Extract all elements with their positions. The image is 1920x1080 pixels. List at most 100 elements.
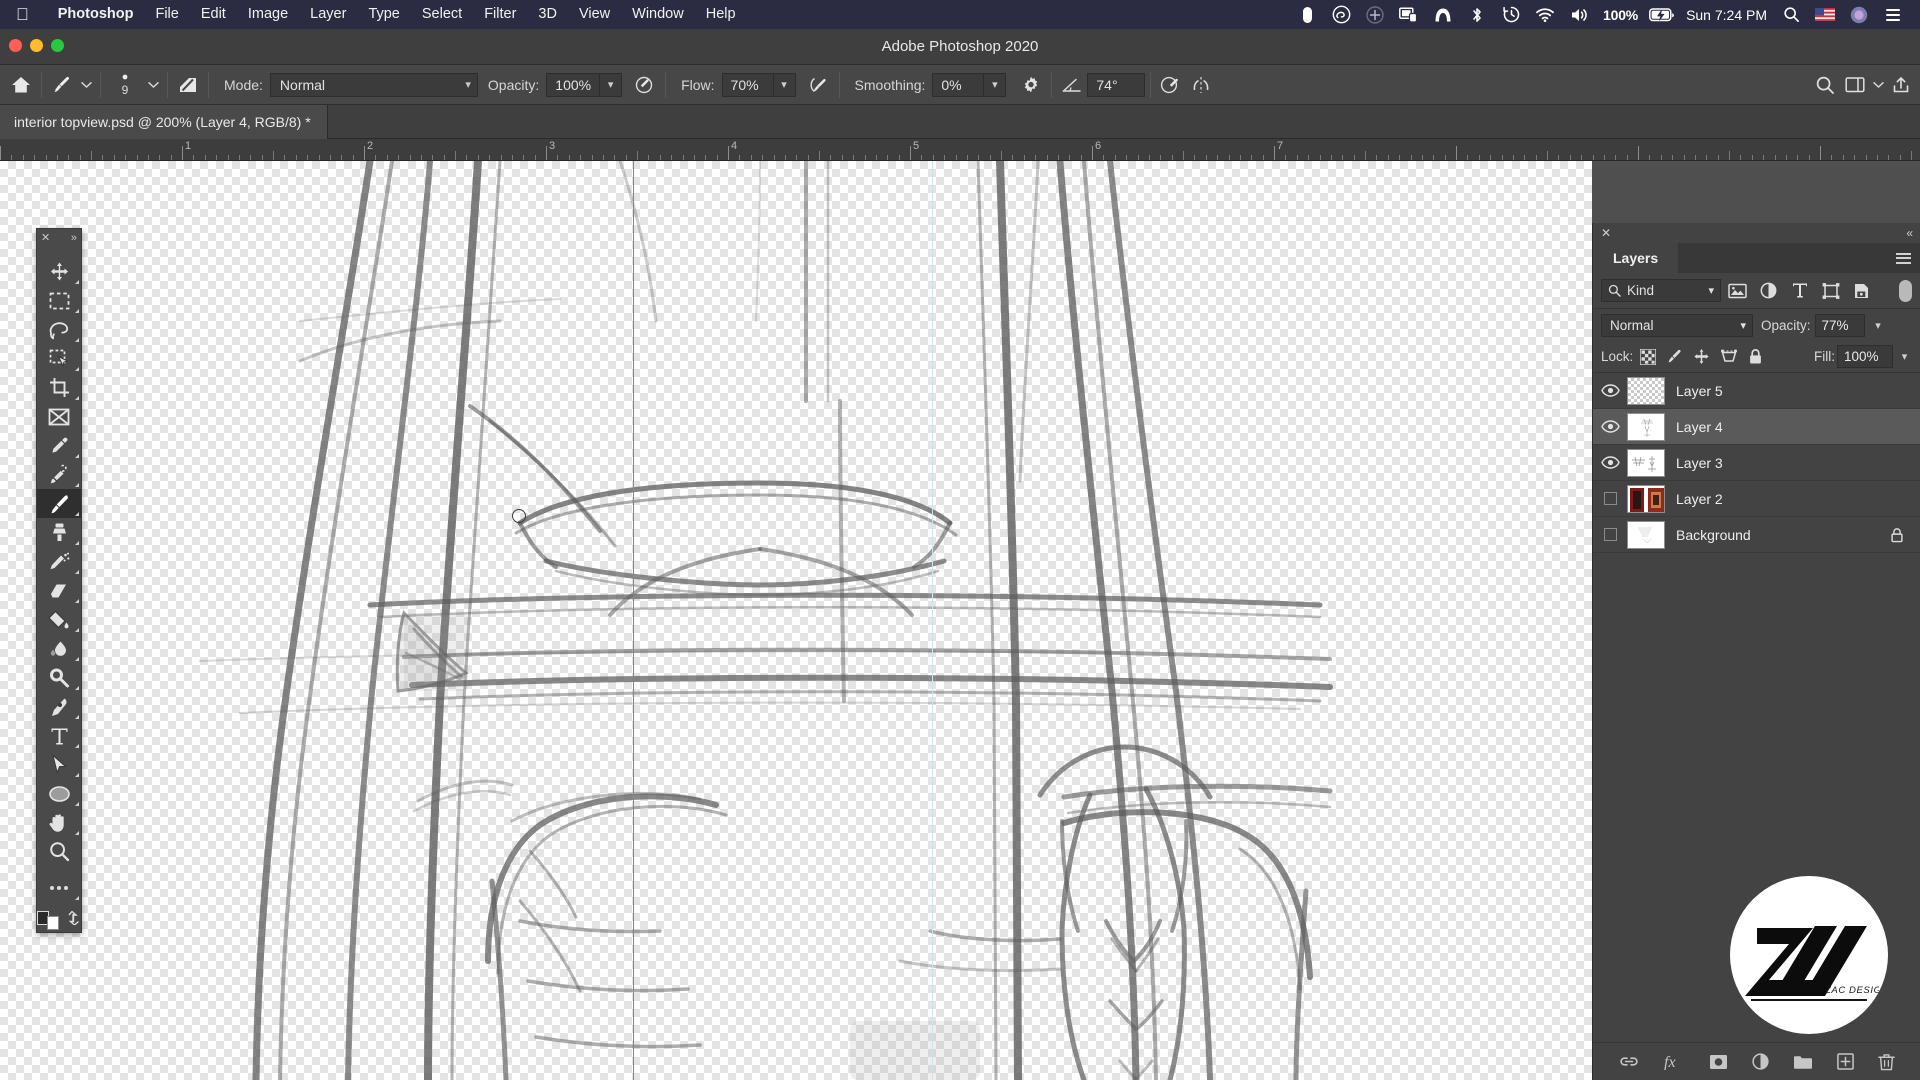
brush-angle-input[interactable]: 74° xyxy=(1087,72,1146,97)
tool-history-brush[interactable] xyxy=(37,547,81,576)
document-canvas[interactable] xyxy=(0,161,1592,1080)
menu-item-window[interactable]: Window xyxy=(621,0,695,29)
search-icon[interactable] xyxy=(1774,0,1808,29)
tools-panel-grip[interactable] xyxy=(37,247,81,257)
home-icon[interactable] xyxy=(6,70,36,100)
layer-name[interactable]: Layer 4 xyxy=(1676,419,1920,435)
layer-visibility-toggle[interactable] xyxy=(1593,456,1627,469)
tool-rectangular-marquee[interactable] xyxy=(37,286,81,315)
table-row[interactable]: Layer 3 xyxy=(1593,445,1920,481)
tool-type[interactable] xyxy=(37,721,81,750)
tool-path-selection[interactable] xyxy=(37,750,81,779)
menu-item-edit[interactable]: Edit xyxy=(190,0,237,29)
gear-icon[interactable] xyxy=(1016,70,1046,100)
layer-fill-chevron-icon[interactable]: ▾ xyxy=(1895,345,1914,368)
creative-cloud-icon[interactable] xyxy=(1324,0,1358,29)
volume-icon[interactable] xyxy=(1562,0,1596,29)
layer-opacity-chevron-icon[interactable]: ▾ xyxy=(1869,314,1888,337)
us-flag-icon[interactable] xyxy=(1808,0,1842,29)
layer-name[interactable]: Layer 5 xyxy=(1676,383,1920,399)
table-row[interactable]: Background xyxy=(1593,517,1920,553)
layer-thumbnail[interactable] xyxy=(1627,484,1665,513)
tool-eraser[interactable] xyxy=(37,576,81,605)
workspace-icon[interactable] xyxy=(1840,70,1870,100)
delete-layer-icon[interactable] xyxy=(1877,1053,1895,1071)
swap-colors-icon[interactable] xyxy=(67,911,81,925)
shape-layer-filter-icon[interactable] xyxy=(1816,278,1845,304)
filter-toggle-switch[interactable] xyxy=(1897,278,1914,304)
menu-item-layer[interactable]: Layer xyxy=(299,0,357,29)
brush-settings-panel-icon[interactable] xyxy=(173,70,203,100)
panel-menu-icon[interactable] xyxy=(1886,243,1920,273)
pixel-layer-filter-icon[interactable] xyxy=(1723,278,1752,304)
display-sharing-icon[interactable] xyxy=(1392,0,1426,29)
tool-ellipse[interactable] xyxy=(37,779,81,808)
smoothing-input[interactable]: 0% xyxy=(932,72,985,97)
battery-charging-icon[interactable] xyxy=(1645,0,1679,29)
close-icon[interactable]: ✕ xyxy=(1601,226,1611,240)
layer-visibility-toggle[interactable] xyxy=(1593,420,1627,433)
menu-item-photoshop[interactable]: Photoshop xyxy=(47,0,145,29)
wifi-icon[interactable] xyxy=(1528,0,1562,29)
siri-icon[interactable] xyxy=(1842,0,1876,29)
menu-item-view[interactable]: View xyxy=(568,0,621,29)
plus-circle-icon[interactable] xyxy=(1358,0,1392,29)
tool-pen[interactable] xyxy=(37,692,81,721)
pressure-size-icon[interactable] xyxy=(1156,70,1186,100)
layer-styles-fx-icon[interactable]: fx xyxy=(1663,1053,1685,1070)
new-layer-icon[interactable] xyxy=(1836,1053,1854,1070)
control-center-icon[interactable] xyxy=(1876,0,1910,29)
tool-brush[interactable] xyxy=(37,489,81,518)
flow-chevron-icon[interactable]: ▾ xyxy=(773,72,796,97)
table-row[interactable]: Layer 5 xyxy=(1593,373,1920,409)
tool-dodge[interactable] xyxy=(37,663,81,692)
search-icon[interactable] xyxy=(1810,70,1840,100)
opacity-input[interactable]: 100% xyxy=(546,72,601,97)
lock-all-icon[interactable] xyxy=(1743,345,1768,369)
bluetooth-icon[interactable] xyxy=(1460,0,1494,29)
lock-image-pixels-icon[interactable] xyxy=(1662,345,1687,369)
layer-opacity-input[interactable]: 77% xyxy=(1814,313,1865,337)
link-layers-icon[interactable] xyxy=(1619,1055,1639,1068)
expand-collapse-icon[interactable]: » xyxy=(71,232,77,244)
tool-edit-toolbar[interactable] xyxy=(37,873,81,902)
brush-size-chevron-icon[interactable] xyxy=(144,70,162,100)
layer-visibility-toggle[interactable] xyxy=(1593,492,1627,505)
tool-crop[interactable] xyxy=(37,373,81,402)
smart-object-filter-icon[interactable] xyxy=(1847,278,1876,304)
tool-hand[interactable] xyxy=(37,808,81,837)
flow-input[interactable]: 70% xyxy=(721,72,774,97)
close-icon[interactable]: ✕ xyxy=(41,232,50,244)
layer-visibility-toggle[interactable] xyxy=(1593,528,1627,541)
brush-preset-chevron-icon[interactable] xyxy=(77,70,95,100)
time-machine-icon[interactable] xyxy=(1494,0,1528,29)
menu-item-select[interactable]: Select xyxy=(411,0,473,29)
tool-frame[interactable] xyxy=(37,402,81,431)
table-row[interactable]: Layer 4 xyxy=(1593,409,1920,445)
layer-blend-mode-select[interactable]: Normal ▾ xyxy=(1601,313,1753,337)
document-tab[interactable]: interior topview.psd @ 200% (Layer 4, RG… xyxy=(0,105,328,139)
tool-blur[interactable] xyxy=(37,634,81,663)
new-adjustment-layer-icon[interactable] xyxy=(1751,1053,1769,1070)
tool-spot-healing-brush[interactable] xyxy=(37,460,81,489)
tool-clone-stamp[interactable] xyxy=(37,518,81,547)
workspace-chevron-icon[interactable] xyxy=(1870,70,1886,100)
layer-thumbnail[interactable] xyxy=(1627,412,1665,441)
filter-kind-select[interactable]: Kind ▾ xyxy=(1601,279,1721,302)
menu-item-image[interactable]: Image xyxy=(237,0,299,29)
tool-eyedropper[interactable] xyxy=(37,431,81,460)
brush-angle-icon[interactable] xyxy=(1057,70,1087,100)
new-group-icon[interactable] xyxy=(1793,1054,1813,1070)
layer-thumbnail[interactable] xyxy=(1627,448,1665,477)
layer-name[interactable]: Background xyxy=(1676,527,1890,543)
background-color-swatch[interactable] xyxy=(47,916,59,930)
adjustment-layer-filter-icon[interactable] xyxy=(1754,278,1783,304)
tool-move[interactable] xyxy=(37,257,81,286)
smoothing-chevron-icon[interactable]: ▾ xyxy=(984,72,1007,97)
menu-item-filter[interactable]: Filter xyxy=(473,0,527,29)
airbrush-icon[interactable] xyxy=(804,70,834,100)
type-layer-filter-icon[interactable] xyxy=(1785,278,1814,304)
tool-zoom[interactable] xyxy=(37,837,81,866)
collapse-panel-icon[interactable]: « xyxy=(1906,226,1913,240)
layer-name[interactable]: Layer 2 xyxy=(1676,491,1920,507)
